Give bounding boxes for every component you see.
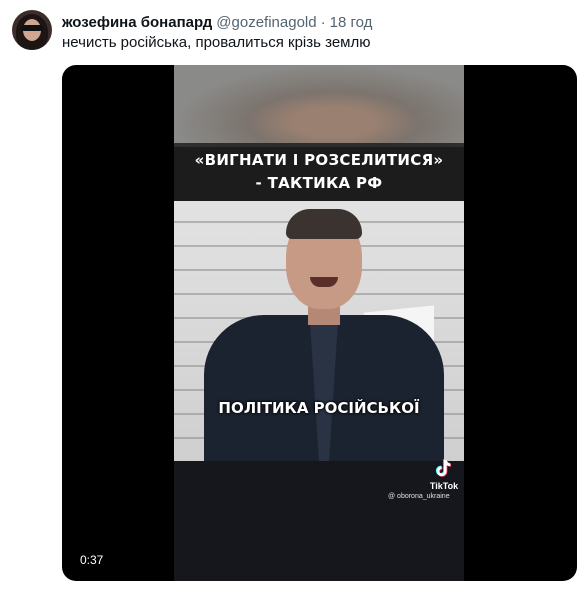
blurred-background — [174, 65, 464, 147]
tweet-timestamp[interactable]: 18 год — [330, 14, 373, 31]
tiktok-icon — [435, 459, 452, 477]
tiktok-label: TikTok — [429, 481, 459, 491]
banner-line-2: - ТАКТИКА РФ — [255, 174, 383, 192]
separator-dot: · — [320, 13, 326, 31]
video-player[interactable]: «ВИГНАТИ І РОЗСЕЛИТИСЯ» - ТАКТИКА РФ ПОЛ… — [62, 65, 577, 581]
tweet[interactable]: жозефина бонапард @gozefinagold · 18 год… — [0, 0, 583, 592]
video-banner: «ВИГНАТИ І РОЗСЕЛИТИСЯ» - ТАКТИКА РФ — [174, 143, 464, 201]
speaker — [204, 207, 444, 475]
tweet-text: нечисть російська, провалиться крізь зем… — [62, 34, 371, 51]
video-lower-area — [174, 461, 464, 581]
video-scene — [174, 201, 464, 475]
video-duration: 0:37 — [76, 551, 108, 569]
avatar-glasses — [21, 25, 43, 31]
author-name[interactable]: жозефина бонапард — [62, 14, 212, 31]
tweet-header: жозефина бонапард @gozefinagold · 18 год — [62, 12, 372, 32]
video-caption: ПОЛІТИКА РОСІЙСЬКОЇ — [218, 399, 420, 417]
tiktok-username: @ oborona_ukraine — [388, 493, 450, 500]
video-frame: «ВИГНАТИ І РОЗСЕЛИТИСЯ» - ТАКТИКА РФ ПОЛ… — [174, 65, 464, 581]
avatar[interactable] — [12, 10, 52, 50]
banner-line-1: «ВИГНАТИ І РОЗСЕЛИТИСЯ» — [194, 151, 444, 169]
author-handle[interactable]: @gozefinagold — [216, 14, 316, 31]
speaker-hair — [286, 209, 362, 239]
